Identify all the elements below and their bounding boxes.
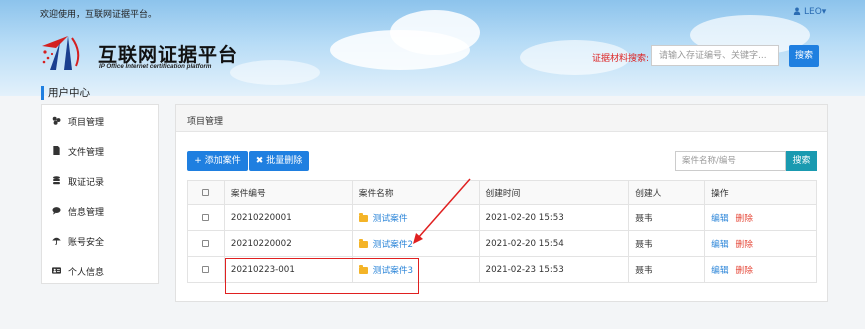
case-name-cell: 测试案件2 bbox=[351, 230, 480, 257]
sidebar-item-file[interactable]: 文件管理 bbox=[42, 135, 160, 165]
case-name-link[interactable]: 测试案件2 bbox=[373, 240, 413, 250]
case-id: 20210220002 bbox=[223, 230, 353, 257]
logo-emblem-icon bbox=[42, 36, 80, 70]
column-header: 案件名称 bbox=[351, 180, 480, 205]
creator: 聂韦 bbox=[628, 256, 706, 283]
row-checkbox[interactable] bbox=[202, 213, 210, 221]
id-card-icon bbox=[52, 267, 61, 274]
sidebar-item-label: 个人信息 bbox=[68, 268, 105, 278]
file-icon bbox=[53, 146, 60, 155]
case-id: 20210220001 bbox=[223, 204, 353, 231]
edit-link[interactable]: 编辑 bbox=[711, 240, 728, 250]
case-search-button[interactable]: 搜索 bbox=[786, 151, 817, 171]
database-icon bbox=[53, 176, 60, 185]
evidence-search-label: 证据材料搜索: bbox=[592, 54, 650, 64]
created-time: 2021-02-23 15:53 bbox=[478, 256, 630, 283]
top-bar: 欢迎使用，互联网证据平台。 LEO▾ bbox=[0, 0, 865, 24]
column-header: 创建人 bbox=[628, 180, 706, 205]
panel-title: 项目管理 bbox=[187, 117, 224, 127]
sidebar-item-records[interactable]: 取证记录 bbox=[42, 165, 160, 195]
table-header-row: 案件编号 案件名称 创建时间 创建人 操作 bbox=[187, 180, 817, 205]
sidebar-item-project[interactable]: 项目管理 bbox=[42, 105, 160, 135]
batch-delete-button[interactable]: ✖ 批量删除 bbox=[249, 151, 309, 171]
evidence-search-button[interactable]: 搜索 bbox=[789, 45, 819, 67]
row-select-cell bbox=[187, 256, 225, 283]
edit-link[interactable]: 编辑 bbox=[711, 214, 728, 224]
panel-header: 项目管理 bbox=[176, 105, 827, 132]
select-all-header[interactable] bbox=[187, 180, 225, 205]
folder-icon bbox=[358, 213, 368, 222]
row-select-cell bbox=[187, 230, 225, 257]
column-header: 操作 bbox=[704, 180, 817, 205]
row-checkbox[interactable] bbox=[202, 239, 210, 247]
logo-subtitle: IP Office Internet certification platfor… bbox=[99, 63, 212, 70]
table-row: 20210220001 测试案件 2021-02-20 15:53 聂韦 编辑删… bbox=[187, 204, 817, 231]
creator: 聂韦 bbox=[628, 230, 706, 257]
sidebar-item-label: 信息管理 bbox=[68, 208, 105, 218]
delete-link[interactable]: 删除 bbox=[736, 240, 753, 250]
evidence-search-input[interactable] bbox=[651, 45, 779, 66]
sidebar-item-label: 账号安全 bbox=[68, 238, 105, 248]
table-row: 20210220002 测试案件2 2021-02-20 15:54 聂韦 编辑… bbox=[187, 230, 817, 257]
delete-link[interactable]: 删除 bbox=[736, 266, 753, 276]
user-center-heading: 用户中心 bbox=[41, 86, 90, 100]
sidebar-item-label: 取证记录 bbox=[68, 178, 105, 188]
sidebar-item-profile[interactable]: 个人信息 bbox=[42, 255, 160, 285]
sidebar-nav: 项目管理 文件管理 取证记录 信息管理 账号安全 个人信息 bbox=[41, 104, 159, 284]
sidebar-item-label: 文件管理 bbox=[68, 148, 105, 158]
sidebar-item-label: 项目管理 bbox=[68, 118, 105, 128]
user-menu[interactable]: LEO▾ bbox=[793, 7, 826, 17]
select-all-checkbox[interactable] bbox=[202, 188, 210, 196]
created-time: 2021-02-20 15:53 bbox=[478, 204, 630, 231]
message-icon bbox=[52, 207, 61, 215]
delete-link[interactable]: 删除 bbox=[736, 214, 753, 224]
annotation-highlight-box bbox=[225, 258, 419, 294]
case-name-link[interactable]: 测试案件 bbox=[373, 214, 408, 224]
column-header: 创建时间 bbox=[478, 180, 630, 205]
actions-cell: 编辑 删除 bbox=[704, 230, 817, 257]
welcome-text: 欢迎使用，互联网证据平台。 bbox=[40, 10, 158, 20]
created-time: 2021-02-20 15:54 bbox=[478, 230, 630, 257]
row-checkbox[interactable] bbox=[202, 265, 210, 273]
user-icon bbox=[793, 7, 801, 15]
umbrella-icon bbox=[52, 237, 61, 245]
chevron-down-icon: ▾ bbox=[821, 7, 827, 17]
column-header: 案件编号 bbox=[223, 180, 353, 205]
project-icon bbox=[52, 116, 61, 125]
row-select-cell bbox=[187, 204, 225, 231]
user-name: LEO bbox=[804, 7, 822, 17]
edit-link[interactable]: 编辑 bbox=[711, 266, 728, 276]
site-logo[interactable]: 互联网证据平台 IP Office Internet certification… bbox=[38, 30, 248, 76]
add-case-button[interactable]: + 添加案件 bbox=[187, 151, 248, 171]
case-name-cell: 测试案件 bbox=[351, 204, 480, 231]
sidebar-item-security[interactable]: 账号安全 bbox=[42, 225, 160, 255]
actions-cell: 编辑 删除 bbox=[704, 256, 817, 283]
creator: 聂韦 bbox=[628, 204, 706, 231]
actions-cell: 编辑 删除 bbox=[704, 204, 817, 231]
folder-icon bbox=[358, 239, 368, 248]
case-search-input[interactable] bbox=[675, 151, 786, 171]
sidebar-item-messages[interactable]: 信息管理 bbox=[42, 195, 160, 225]
